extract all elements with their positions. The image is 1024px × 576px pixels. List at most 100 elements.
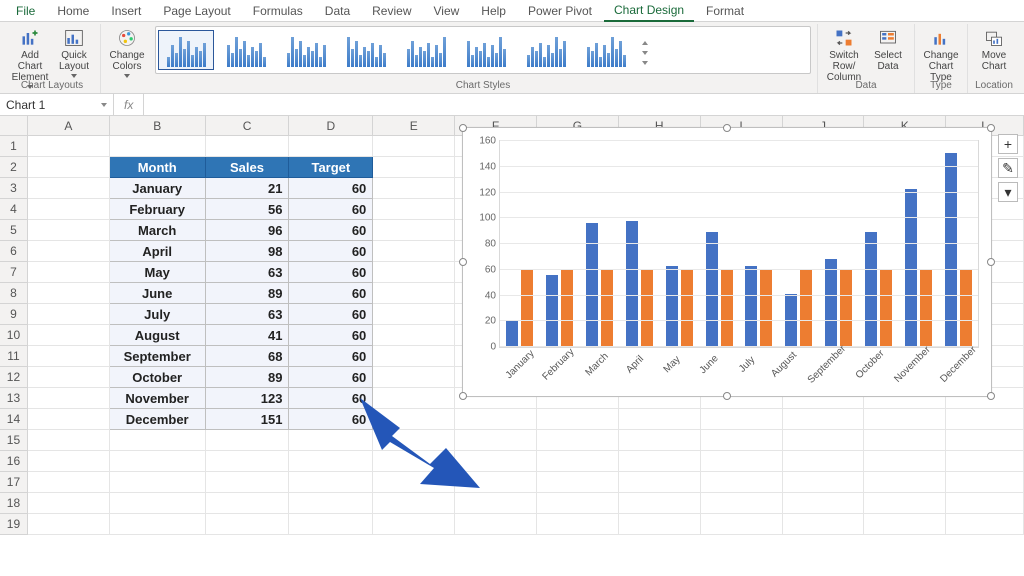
cell[interactable]: 60 <box>289 325 373 346</box>
cell[interactable]: 68 <box>206 346 290 367</box>
cell[interactable]: 60 <box>289 199 373 220</box>
cell[interactable]: 60 <box>289 304 373 325</box>
cell[interactable]: October <box>110 367 206 388</box>
cell[interactable] <box>701 472 783 493</box>
cell[interactable]: June <box>110 283 206 304</box>
cell[interactable]: April <box>110 241 206 262</box>
tab-formulas[interactable]: Formulas <box>243 1 313 21</box>
cell[interactable] <box>783 472 865 493</box>
tab-help[interactable]: Help <box>471 1 516 21</box>
cell[interactable] <box>783 493 865 514</box>
cell[interactable]: Target <box>289 157 373 178</box>
cell[interactable] <box>206 514 290 535</box>
cell[interactable] <box>28 283 110 304</box>
cell[interactable] <box>28 409 110 430</box>
tab-file[interactable]: File <box>6 1 45 21</box>
cell[interactable] <box>373 283 455 304</box>
cell[interactable] <box>28 136 110 157</box>
column-header[interactable]: C <box>206 116 290 136</box>
cell[interactable] <box>946 451 1024 472</box>
cell[interactable]: 123 <box>206 388 290 409</box>
chart-bar-target[interactable] <box>960 270 972 347</box>
cell[interactable] <box>946 472 1024 493</box>
change-colors-button[interactable]: Change Colors <box>107 26 147 78</box>
cell[interactable] <box>701 493 783 514</box>
cell[interactable] <box>28 220 110 241</box>
cell[interactable] <box>373 304 455 325</box>
cell[interactable]: January <box>110 178 206 199</box>
chart-bar-target[interactable] <box>561 270 573 347</box>
selection-handle[interactable] <box>987 258 995 266</box>
chart-bar-target[interactable] <box>641 270 653 347</box>
gallery-scroll[interactable] <box>638 35 652 65</box>
cell[interactable] <box>537 514 619 535</box>
cell[interactable] <box>701 409 783 430</box>
row-header[interactable]: 6 <box>0 241 28 262</box>
chart-style-thumb[interactable] <box>458 30 514 70</box>
chart-bar-sales[interactable] <box>546 275 558 347</box>
chart-bar-target[interactable] <box>920 270 932 347</box>
row-header[interactable]: 1 <box>0 136 28 157</box>
cell[interactable]: 21 <box>206 178 290 199</box>
row-header[interactable]: 16 <box>0 451 28 472</box>
cell[interactable]: 89 <box>206 367 290 388</box>
cell[interactable] <box>537 451 619 472</box>
cell[interactable] <box>373 136 455 157</box>
cell[interactable] <box>206 136 290 157</box>
cell[interactable] <box>619 451 701 472</box>
chart-bar-target[interactable] <box>840 270 852 347</box>
chart-style-thumb[interactable] <box>518 30 574 70</box>
cell[interactable] <box>619 493 701 514</box>
cell[interactable] <box>373 472 455 493</box>
cell[interactable] <box>373 514 455 535</box>
chart-bar-target[interactable] <box>521 270 533 347</box>
cell[interactable] <box>701 451 783 472</box>
chart-style-button[interactable]: ✎ <box>998 158 1018 178</box>
chart-style-thumb[interactable] <box>338 30 394 70</box>
column-header[interactable]: A <box>28 116 110 136</box>
chart-plot-area[interactable]: 020406080100120140160 <box>499 140 979 348</box>
selection-handle[interactable] <box>987 392 995 400</box>
selection-handle[interactable] <box>459 258 467 266</box>
cell[interactable] <box>455 493 537 514</box>
chart-bar-sales[interactable] <box>865 232 877 347</box>
chart-object[interactable]: 020406080100120140160 JanuaryFebruaryMar… <box>462 127 992 397</box>
cell[interactable] <box>28 367 110 388</box>
cell[interactable]: August <box>110 325 206 346</box>
move-chart-button[interactable]: Move Chart <box>974 26 1014 78</box>
tab-format[interactable]: Format <box>696 1 754 21</box>
cell[interactable] <box>537 409 619 430</box>
cell[interactable] <box>28 493 110 514</box>
cell[interactable] <box>373 220 455 241</box>
cell[interactable]: 60 <box>289 367 373 388</box>
row-header[interactable]: 11 <box>0 346 28 367</box>
row-header[interactable]: 8 <box>0 283 28 304</box>
cell[interactable]: 151 <box>206 409 290 430</box>
cell[interactable]: 60 <box>289 346 373 367</box>
switch-row-column-button[interactable]: Switch Row/ Column <box>824 26 864 78</box>
cell[interactable]: 63 <box>206 304 290 325</box>
cell[interactable] <box>289 136 373 157</box>
row-header[interactable]: 19 <box>0 514 28 535</box>
cell[interactable] <box>373 325 455 346</box>
chart-bar-sales[interactable] <box>945 153 957 347</box>
cell[interactable] <box>455 514 537 535</box>
cell[interactable] <box>373 157 455 178</box>
cell[interactable] <box>783 430 865 451</box>
cell[interactable] <box>537 430 619 451</box>
cell[interactable] <box>946 430 1024 451</box>
cell[interactable]: 60 <box>289 409 373 430</box>
formula-bar[interactable]: fx <box>114 94 1024 115</box>
cell[interactable]: 60 <box>289 388 373 409</box>
chart-bar-target[interactable] <box>880 270 892 347</box>
name-box[interactable]: Chart 1 <box>0 94 114 115</box>
cell[interactable] <box>28 178 110 199</box>
row-header[interactable]: 10 <box>0 325 28 346</box>
chart-style-thumb[interactable] <box>158 30 214 70</box>
cell[interactable]: 41 <box>206 325 290 346</box>
tab-insert[interactable]: Insert <box>101 1 151 21</box>
cell[interactable] <box>701 430 783 451</box>
cell[interactable] <box>110 514 206 535</box>
tab-data[interactable]: Data <box>315 1 360 21</box>
cell[interactable] <box>28 199 110 220</box>
